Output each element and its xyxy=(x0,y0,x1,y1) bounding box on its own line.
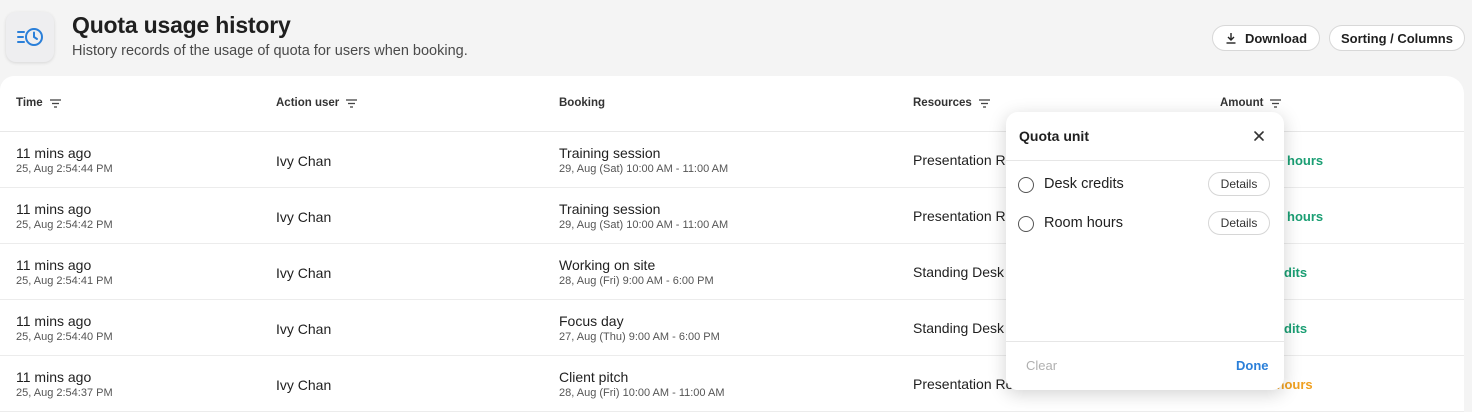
time-detail: 25, Aug 2:54:41 PM xyxy=(16,275,113,287)
time-ago: 11 mins ago xyxy=(16,145,92,161)
download-button[interactable]: Download xyxy=(1212,25,1320,51)
column-header-resources: Resources xyxy=(913,97,990,109)
amount-value: hours xyxy=(1287,209,1324,224)
booking-detail: 27, Aug (Thu) 9:00 AM - 6:00 PM xyxy=(559,331,720,343)
filter-icon[interactable] xyxy=(978,98,990,108)
resource-name: Presentation Ro xyxy=(913,208,1014,224)
resource-name: Presentation Ro xyxy=(913,152,1014,168)
column-label-action-user: Action user xyxy=(276,97,340,109)
amount-value: dits xyxy=(1284,321,1308,336)
clear-button[interactable]: Clear xyxy=(1026,358,1057,373)
quota-unit-filter-popover: Quota unit Desk credits Details Room hou… xyxy=(1006,112,1284,390)
option-room-hours[interactable]: Room hours Details xyxy=(1018,211,1272,237)
download-icon xyxy=(1226,33,1236,44)
time-detail: 25, Aug 2:54:42 PM xyxy=(16,219,113,231)
popover-divider xyxy=(1006,160,1284,161)
column-label-booking: Booking xyxy=(559,97,605,109)
time-ago: 11 mins ago xyxy=(16,369,92,385)
time-detail: 25, Aug 2:54:44 PM xyxy=(16,163,113,175)
action-user: Ivy Chan xyxy=(276,377,332,393)
booking-detail: 29, Aug (Sat) 10:00 AM - 11:00 AM xyxy=(559,163,729,175)
booking-detail: 28, Aug (Fri) 10:00 AM - 11:00 AM xyxy=(559,387,725,399)
column-label-amount: Amount xyxy=(1220,97,1264,109)
booking-title: Focus day xyxy=(559,313,624,329)
column-header-time: Time xyxy=(16,97,61,109)
sorting-columns-label: Sorting / Columns xyxy=(1341,30,1453,46)
column-header-booking: Booking xyxy=(559,97,605,109)
time-ago: 11 mins ago xyxy=(16,201,92,217)
download-label: Download xyxy=(1244,30,1308,46)
column-header-action-user: Action user xyxy=(276,97,358,109)
amount-value: hours xyxy=(1287,153,1324,168)
time-ago: 11 mins ago xyxy=(16,257,92,273)
time-detail: 25, Aug 2:54:37 PM xyxy=(16,387,113,399)
booking-title: Client pitch xyxy=(559,369,629,385)
action-user: Ivy Chan xyxy=(276,153,332,169)
option-label: Room hours xyxy=(1044,215,1123,231)
radio-desk-credits[interactable] xyxy=(1018,177,1034,193)
details-button[interactable]: Details xyxy=(1208,172,1270,196)
history-clock-icon xyxy=(6,12,54,62)
option-label: Desk credits xyxy=(1044,176,1124,192)
booking-detail: 28, Aug (Fri) 9:00 AM - 6:00 PM xyxy=(559,275,714,287)
radio-room-hours[interactable] xyxy=(1018,216,1034,232)
popover-footer-divider xyxy=(1006,341,1284,342)
popover-title: Quota unit xyxy=(1019,128,1089,144)
column-label-time: Time xyxy=(16,97,43,109)
done-button[interactable]: Done xyxy=(1236,358,1269,373)
column-label-resources: Resources xyxy=(913,97,972,109)
booking-title: Training session xyxy=(559,145,661,161)
details-button[interactable]: Details xyxy=(1208,211,1270,235)
resource-name: Standing Desk xyxy=(913,320,1005,336)
resource-name: Presentation Ro xyxy=(913,376,1014,392)
booking-title: Working on site xyxy=(559,257,656,273)
close-icon[interactable] xyxy=(1251,128,1267,144)
action-user: Ivy Chan xyxy=(276,265,332,281)
column-header-amount: Amount xyxy=(1220,97,1282,109)
booking-detail: 29, Aug (Sat) 10:00 AM - 11:00 AM xyxy=(559,219,729,231)
resource-name: Standing Desk xyxy=(913,264,1005,280)
amount-value: dits xyxy=(1284,265,1308,280)
booking-title: Training session xyxy=(559,201,661,217)
page-title: Quota usage history xyxy=(72,12,291,38)
option-desk-credits[interactable]: Desk credits Details xyxy=(1018,172,1272,198)
filter-icon[interactable] xyxy=(346,98,358,108)
sorting-columns-button[interactable]: Sorting / Columns xyxy=(1329,25,1465,51)
action-user: Ivy Chan xyxy=(276,321,332,337)
action-user: Ivy Chan xyxy=(276,209,332,225)
filter-icon[interactable] xyxy=(1270,98,1282,108)
page-subtitle: History records of the usage of quota fo… xyxy=(72,43,468,59)
time-ago: 11 mins ago xyxy=(16,313,92,329)
filter-icon[interactable] xyxy=(49,98,61,108)
time-detail: 25, Aug 2:54:40 PM xyxy=(16,331,113,343)
